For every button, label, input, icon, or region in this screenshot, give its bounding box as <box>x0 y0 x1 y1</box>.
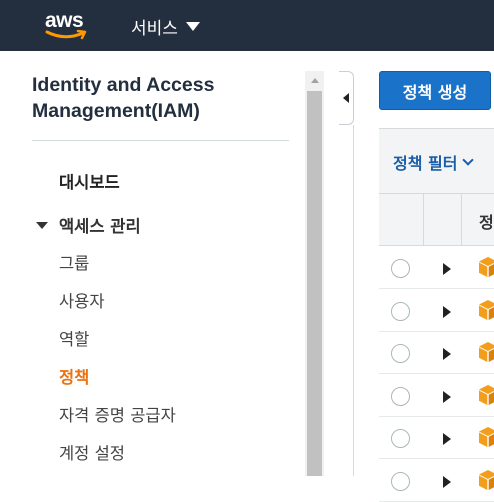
expand-row-caret-icon[interactable] <box>443 476 451 488</box>
sidebar-item-groups[interactable]: 그룹 <box>59 250 89 274</box>
sidebar-section-label: 액세스 관리 <box>59 217 141 236</box>
content-divider <box>353 125 354 476</box>
sidebar-item-users[interactable]: 사용자 <box>59 288 105 312</box>
table-row[interactable] <box>379 247 494 289</box>
policy-cube-icon <box>479 300 494 320</box>
policy-cube-icon <box>479 385 494 405</box>
top-nav-bar: aws 서비스 <box>0 0 494 51</box>
chevron-down-icon <box>462 154 475 166</box>
table-row[interactable] <box>379 460 494 502</box>
expand-row-caret-icon[interactable] <box>443 433 451 445</box>
expand-row-caret-icon[interactable] <box>443 348 451 360</box>
sidebar-item-roles[interactable]: 역할 <box>59 326 89 350</box>
collapse-sidebar-button[interactable] <box>339 71 354 125</box>
row-select-radio[interactable] <box>391 472 410 491</box>
row-select-radio[interactable] <box>391 387 410 406</box>
row-select-radio[interactable] <box>391 259 410 278</box>
scroll-up-arrow-icon[interactable] <box>305 71 324 90</box>
row-select-radio[interactable] <box>391 429 410 448</box>
table-header: 정 <box>379 193 494 246</box>
column-divider <box>423 194 424 246</box>
expand-row-caret-icon[interactable] <box>443 391 451 403</box>
create-policy-button[interactable]: 정책 생성 <box>379 71 491 110</box>
column-divider <box>461 194 462 246</box>
sidebar-item-account-settings[interactable]: 계정 설정 <box>59 440 125 464</box>
policy-cube-icon <box>479 427 494 447</box>
row-select-radio[interactable] <box>391 344 410 363</box>
sidebar: Identity and Access Management(IAM) 대시보드… <box>0 51 328 476</box>
sidebar-item-dashboard[interactable]: 대시보드 <box>59 169 120 193</box>
filter-bar: 정책 필터 <box>379 128 494 193</box>
chevron-left-icon <box>343 93 349 103</box>
policy-cube-icon <box>479 470 494 490</box>
expand-row-caret-icon[interactable] <box>443 263 451 275</box>
sidebar-scrollbar[interactable] <box>305 71 324 476</box>
services-label: 서비스 <box>131 19 178 39</box>
policy-filter-dropdown[interactable]: 정책 필터 <box>393 150 475 174</box>
sidebar-item-policies[interactable]: 정책 <box>59 364 89 388</box>
table-row[interactable] <box>379 332 494 374</box>
services-menu[interactable]: 서비스 <box>131 14 200 39</box>
column-header-name[interactable]: 정 <box>479 209 494 233</box>
sidebar-divider <box>32 140 289 141</box>
aws-logo[interactable]: aws <box>45 9 89 40</box>
scrollbar-thumb[interactable] <box>307 91 322 476</box>
caret-down-icon <box>185 22 200 31</box>
table-row[interactable] <box>379 290 494 332</box>
aws-smile-icon <box>45 29 87 40</box>
triangle-down-icon <box>36 221 48 229</box>
policy-cube-icon <box>479 257 494 277</box>
expand-row-caret-icon[interactable] <box>443 306 451 318</box>
policy-filter-label: 정책 필터 <box>393 154 458 173</box>
sidebar-item-identity-providers[interactable]: 자격 증명 공급자 <box>59 402 176 426</box>
table-row[interactable] <box>379 417 494 459</box>
policy-cube-icon <box>479 342 494 362</box>
sidebar-title: Identity and Access Management(IAM) <box>32 74 215 122</box>
row-select-radio[interactable] <box>391 302 410 321</box>
sidebar-section-access-management[interactable]: 액세스 관리 <box>36 213 141 237</box>
table-row[interactable] <box>379 375 494 417</box>
